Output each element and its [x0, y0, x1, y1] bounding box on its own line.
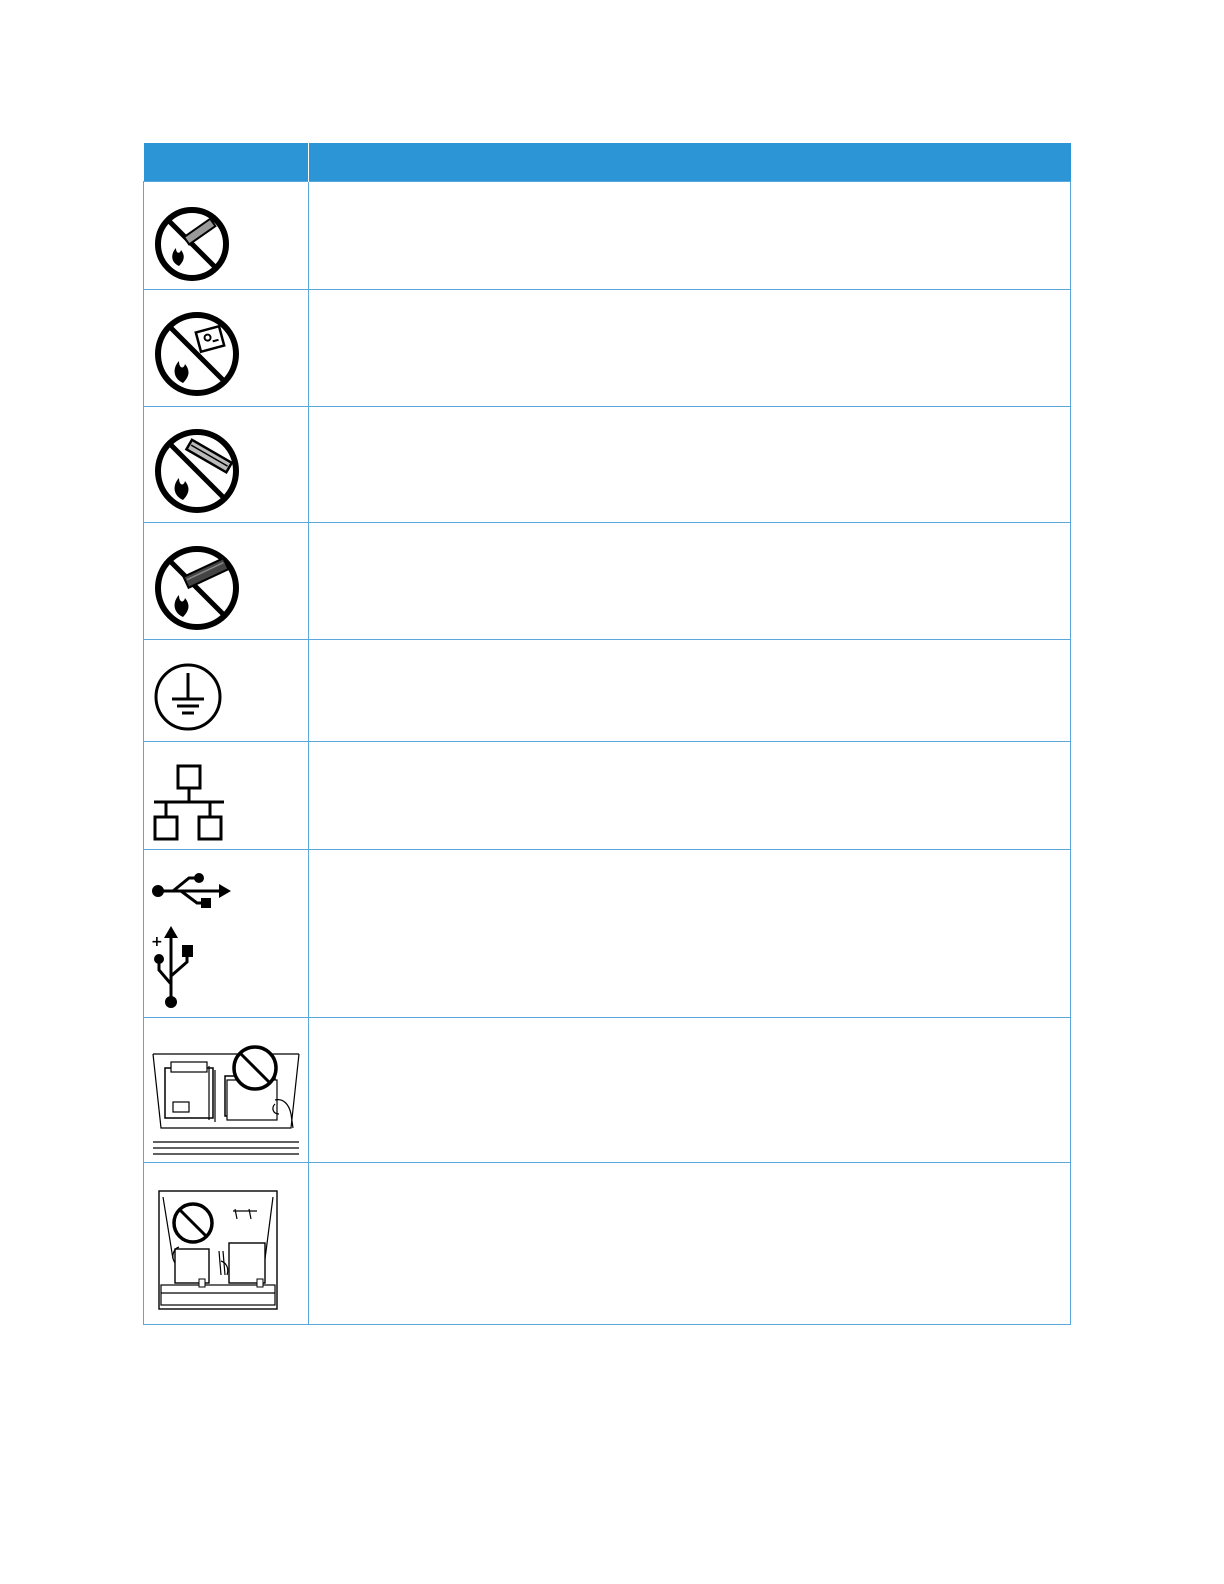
table-row: [143, 1017, 1071, 1163]
description-cell: [308, 406, 1071, 523]
do-not-burn-waste-toner-container-icon: [155, 546, 239, 630]
symbol-cell: [143, 1017, 309, 1163]
description-cell: [308, 289, 1071, 407]
symbols-table: +: [143, 143, 1071, 1325]
symbol-cell: [143, 289, 309, 407]
symbol-cell: +: [143, 849, 309, 1018]
symbol-cell: [143, 406, 309, 523]
do-not-burn-drum-cartridge-icon: [155, 429, 239, 513]
table-row: [143, 181, 1071, 290]
description-cell: [308, 181, 1071, 290]
header-symbol: [143, 143, 309, 182]
symbol-cell: [143, 181, 309, 290]
usb-vertical-icon: +: [151, 926, 193, 1008]
usb-horizontal-icon: [152, 873, 231, 908]
do-not-burn-imaging-unit-icon: [155, 312, 239, 396]
protective-earth-ground-icon: [154, 663, 222, 731]
svg-text:+: +: [151, 934, 163, 950]
table-row: [143, 639, 1071, 742]
do-not-touch-tray-area-icon: [158, 1190, 278, 1310]
table-row: [143, 289, 1071, 407]
network-lan-icon: [153, 764, 224, 841]
table-row: [143, 741, 1071, 850]
description-cell: [308, 1017, 1071, 1163]
table-row: +: [143, 849, 1071, 1018]
header-description: [308, 143, 1071, 182]
table-row: [143, 522, 1071, 640]
description-cell: [308, 1162, 1071, 1325]
do-not-load-paper-above-max-fill-icon: [152, 1045, 300, 1155]
symbol-cell: [143, 639, 309, 742]
description-cell: [308, 741, 1071, 850]
symbol-cell: [143, 741, 309, 850]
symbol-cell: [143, 522, 309, 640]
symbol-cell: [143, 1162, 309, 1325]
do-not-burn-toner-cartridge-icon: [155, 207, 229, 281]
description-cell: [308, 849, 1071, 1018]
table-row: [143, 406, 1071, 523]
description-cell: [308, 639, 1071, 742]
table-row: [143, 1162, 1071, 1325]
table-header-row: [143, 143, 1071, 182]
description-cell: [308, 522, 1071, 640]
